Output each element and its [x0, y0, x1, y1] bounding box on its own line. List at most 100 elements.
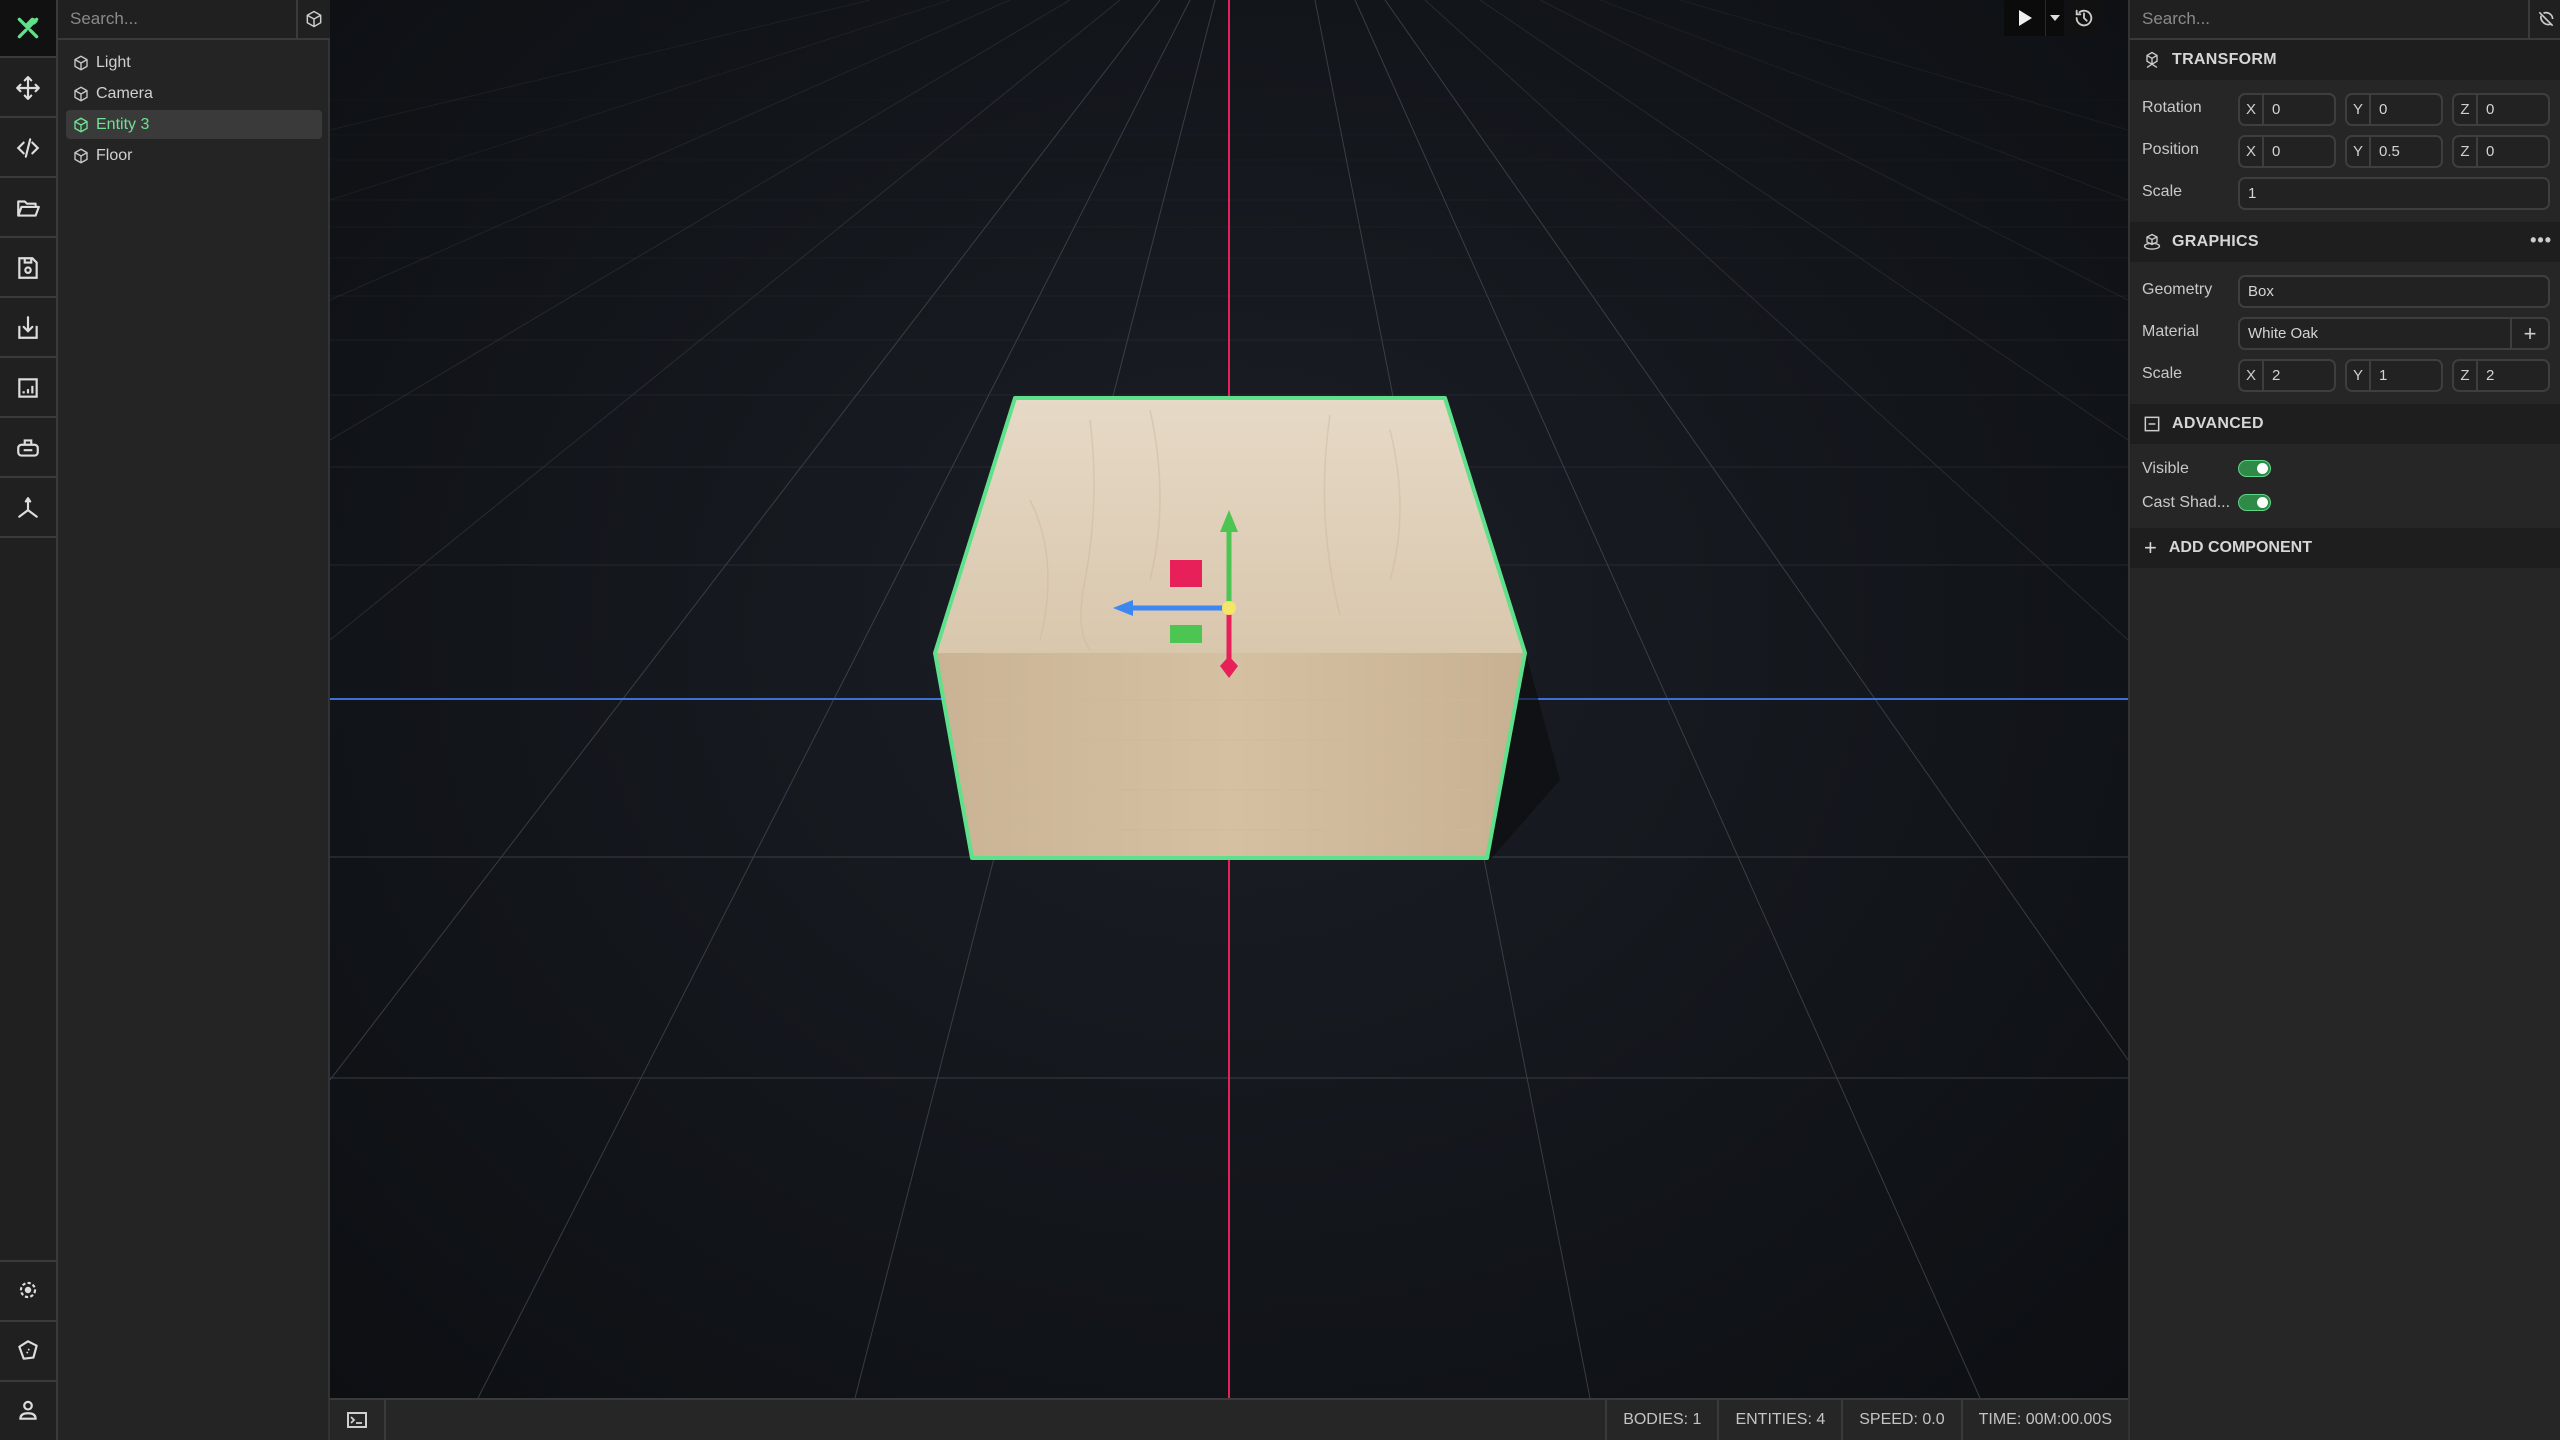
entity-item-entity-3[interactable]: Entity 3: [66, 110, 322, 139]
tag-button[interactable]: [0, 1320, 56, 1378]
scale-row: Scale: [2130, 175, 2560, 211]
scale-input[interactable]: [2240, 179, 2548, 208]
entity-item-floor[interactable]: Floor: [66, 141, 322, 170]
visible-toggle[interactable]: [2238, 460, 2271, 477]
add-entity-button[interactable]: [298, 0, 330, 40]
entity-item-camera[interactable]: Camera: [66, 79, 322, 108]
graphics-scale-z-input[interactable]: [2478, 361, 2548, 390]
section-title: GRAPHICS: [2172, 233, 2259, 250]
position-z-field: Z: [2452, 135, 2550, 168]
cube-icon: [74, 117, 88, 132]
scene-canvas[interactable]: [330, 0, 2128, 1398]
3d-viewport[interactable]: [330, 0, 2128, 1398]
toggle-knob: [2257, 497, 2268, 508]
settings-button[interactable]: [0, 1260, 56, 1318]
cast-shadow-label: Cast Shad...: [2142, 494, 2231, 511]
entity-label: Entity 3: [96, 115, 150, 133]
geometry-input[interactable]: [2240, 277, 2548, 306]
code-icon: [16, 138, 40, 158]
tag-icon: [18, 1340, 38, 1360]
axis-y-label: Y: [2347, 95, 2371, 124]
entity-label: Floor: [96, 146, 133, 164]
cast-shadow-row: Cast Shad...: [2130, 486, 2560, 522]
import-button[interactable]: [0, 300, 56, 358]
cube-icon: [74, 86, 88, 101]
build-tools-button[interactable]: [0, 0, 56, 58]
transform-section-header[interactable]: TRANSFORM: [2130, 40, 2560, 80]
hierarchy-search: [58, 0, 298, 40]
graphics-scale-y-input[interactable]: [2371, 361, 2441, 390]
rotation-y-field: Y: [2345, 93, 2443, 126]
position-z-input[interactable]: [2478, 137, 2548, 166]
axis-z-label: Z: [2454, 361, 2478, 390]
axis-x-label: X: [2240, 137, 2264, 166]
hammer-wrench-icon: [17, 17, 39, 39]
sim-speed: SPEED: 0.0: [1841, 1400, 1960, 1440]
gizmo-plane-xz[interactable]: [1170, 625, 1202, 643]
material-input[interactable]: [2240, 319, 2510, 348]
plus-icon: +: [2144, 535, 2157, 560]
inspector-search: [2130, 0, 2530, 40]
save-button[interactable]: [0, 240, 56, 298]
graphics-section-header[interactable]: GRAPHICS •••: [2130, 222, 2560, 262]
entity-item-light[interactable]: Light: [66, 48, 322, 77]
hierarchy-search-input[interactable]: [58, 0, 296, 38]
axis-y-label: Y: [2347, 361, 2371, 390]
material-label: Material: [2142, 323, 2199, 340]
collapse-icon: [2144, 416, 2160, 432]
import-icon: [18, 316, 38, 339]
rotation-x-input[interactable]: [2264, 95, 2334, 124]
rotation-z-field: Z: [2452, 93, 2550, 126]
axis-z-label: Z: [2454, 137, 2478, 166]
move-tool-button[interactable]: [0, 60, 56, 118]
more-options-button[interactable]: •••: [2530, 230, 2552, 251]
axes-button[interactable]: [0, 480, 56, 538]
gear-icon: [19, 1281, 37, 1299]
eye-off-icon: [2538, 11, 2554, 27]
inspector-search-input[interactable]: [2130, 0, 2528, 38]
console-button[interactable]: [330, 1400, 386, 1440]
play-options-dropdown[interactable]: [2046, 0, 2064, 36]
rotation-y-input[interactable]: [2371, 95, 2441, 124]
open-file-button[interactable]: [0, 180, 56, 238]
graphics-scale-y-field: Y: [2345, 359, 2443, 392]
geometry-label: Geometry: [2142, 281, 2213, 298]
gizmo-plane-xy[interactable]: [1170, 560, 1202, 587]
cube-icon: [74, 148, 88, 163]
code-button[interactable]: [0, 120, 56, 178]
visible-row: Visible: [2130, 452, 2560, 488]
add-component-button[interactable]: + ADD COMPONENT: [2130, 528, 2560, 568]
stats-button[interactable]: [0, 360, 56, 418]
account-button[interactable]: [0, 1380, 56, 1438]
axis-x-label: X: [2240, 95, 2264, 124]
history-button[interactable]: [2066, 0, 2102, 36]
rotation-z-input[interactable]: [2478, 95, 2548, 124]
rotation-label: Rotation: [2142, 99, 2202, 116]
add-material-button[interactable]: +: [2510, 319, 2548, 348]
play-icon: [2018, 10, 2032, 26]
entity-label: Light: [96, 53, 131, 71]
scale-field: [2238, 177, 2550, 210]
graphics-scale-x-input[interactable]: [2264, 361, 2334, 390]
chart-icon: [18, 378, 38, 398]
position-x-field: X: [2238, 135, 2336, 168]
floppy-disk-icon: [18, 257, 38, 279]
rotation-row: Rotation X Y Z: [2130, 91, 2560, 127]
vr-button[interactable]: [0, 420, 56, 478]
position-row: Position X Y Z: [2130, 133, 2560, 169]
visibility-toggle-button[interactable]: [2530, 0, 2560, 40]
material-field: +: [2238, 317, 2550, 350]
transform-icon: [2146, 51, 2158, 69]
gizmo-center[interactable]: [1222, 601, 1236, 615]
cube-icon: [74, 55, 88, 70]
play-button[interactable]: [2004, 0, 2046, 36]
position-x-input[interactable]: [2264, 137, 2334, 166]
status-bar: BODIES: 1 ENTITIES: 4 SPEED: 0.0 TIME: 0…: [330, 1398, 2128, 1440]
cast-shadow-toggle[interactable]: [2238, 494, 2271, 511]
position-y-input[interactable]: [2371, 137, 2441, 166]
geometry-field: [2238, 275, 2550, 308]
folder-open-icon: [17, 200, 40, 217]
advanced-section-header[interactable]: ADVANCED: [2130, 404, 2560, 444]
caret-down-icon: [2050, 15, 2060, 21]
graphics-scale-z-field: Z: [2452, 359, 2550, 392]
